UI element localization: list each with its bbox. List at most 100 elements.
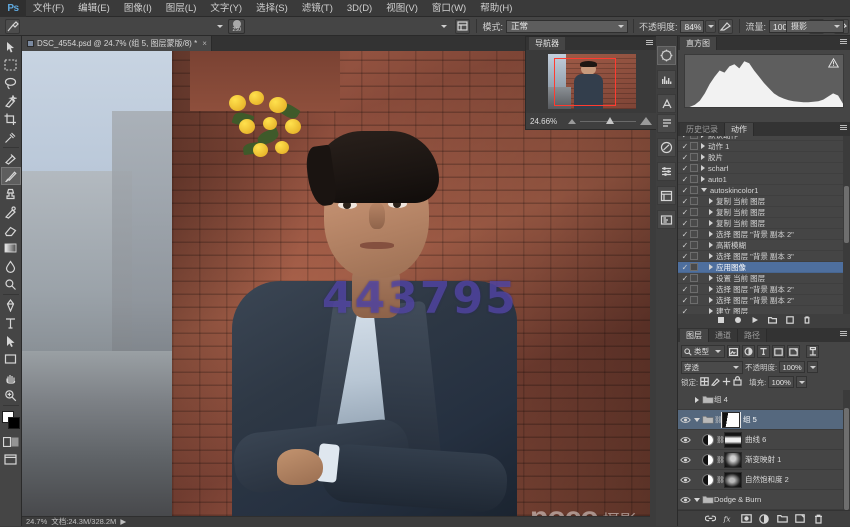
move-tool[interactable] — [1, 38, 21, 56]
layer-visibility-icon[interactable] — [678, 416, 692, 424]
menu-view[interactable]: 视图(V) — [379, 0, 425, 17]
action-dialog-toggle[interactable] — [690, 252, 698, 260]
layers-scroll-thumb[interactable] — [844, 408, 849, 509]
mask-link-icon[interactable]: ⛓ — [716, 476, 724, 484]
stop-playing-icon[interactable] — [717, 316, 725, 326]
navigator-zoom-value[interactable]: 24.66% — [530, 117, 564, 126]
menu-image[interactable]: 图像(I) — [117, 0, 159, 17]
chevron-right-icon[interactable] — [709, 242, 713, 248]
brush-size-preview[interactable]: 250 — [228, 19, 245, 34]
menu-3d[interactable]: 3D(D) — [340, 0, 379, 17]
action-dialog-toggle[interactable] — [690, 219, 698, 227]
status-zoom-value[interactable]: 24.7% — [26, 517, 47, 526]
chevron-right-icon[interactable] — [709, 220, 713, 226]
lasso-tool[interactable] — [1, 74, 21, 92]
chevron-right-icon[interactable] — [692, 397, 701, 403]
action-dialog-toggle[interactable] — [690, 164, 698, 172]
adjustments-dock-icon[interactable] — [657, 162, 676, 181]
brush-preset-chevron-icon[interactable] — [217, 25, 223, 28]
chevron-right-icon[interactable] — [701, 143, 705, 149]
zoom-in-icon[interactable] — [640, 117, 652, 125]
actions-scrollbar[interactable] — [843, 136, 850, 314]
layer-mask-thumbnail[interactable] — [724, 472, 742, 488]
marquee-tool[interactable] — [1, 56, 21, 74]
properties-dock-icon[interactable] — [657, 186, 676, 205]
tab-channels[interactable]: 通道 — [709, 329, 738, 342]
action-toggle-icon[interactable]: ✓ — [680, 307, 690, 315]
action-toggle-icon[interactable]: ✓ — [680, 263, 690, 272]
layer-visibility-icon[interactable] — [678, 496, 692, 504]
gradient-tool[interactable] — [1, 239, 21, 257]
add-style-icon[interactable]: fx — [723, 513, 734, 524]
chevron-down-icon[interactable] — [692, 418, 701, 422]
new-group-icon[interactable] — [777, 513, 788, 524]
action-toggle-icon[interactable]: ✓ — [680, 230, 690, 239]
layer-mask-thumbnail[interactable] — [722, 412, 740, 428]
action-dialog-toggle[interactable] — [690, 136, 698, 139]
action-row[interactable]: ✓scharf — [678, 163, 850, 174]
layers-scrollbar[interactable] — [843, 390, 850, 526]
chevron-right-icon[interactable] — [709, 209, 713, 215]
mask-link-icon[interactable]: ⛓ — [716, 436, 724, 444]
action-toggle-icon[interactable]: ✓ — [680, 296, 690, 305]
histogram-warning-icon[interactable] — [828, 58, 839, 68]
layer-mask-thumbnail[interactable] — [724, 452, 742, 468]
action-toggle-icon[interactable]: ✓ — [680, 208, 690, 217]
action-toggle-icon[interactable]: ✓ — [680, 219, 690, 228]
dodge-tool[interactable] — [1, 275, 21, 293]
navigator-slider-knob[interactable] — [606, 117, 614, 124]
action-toggle-icon[interactable]: ✓ — [680, 164, 690, 173]
layer-visibility-icon[interactable] — [678, 456, 692, 464]
lock-all-icon[interactable] — [733, 376, 742, 388]
blur-tool[interactable] — [1, 257, 21, 275]
action-row[interactable]: ✓选择 图层 "背景 副本 2" — [678, 284, 850, 295]
layer-mask-thumbnail[interactable] — [724, 432, 742, 448]
menu-help[interactable]: 帮助(H) — [473, 0, 519, 17]
eyedropper-tool[interactable] — [1, 128, 21, 146]
action-row[interactable]: ✓选择 图层 "背景 副本 3" — [678, 251, 850, 262]
color-swatches[interactable] — [1, 410, 21, 432]
tab-histogram[interactable]: 直方图 — [680, 37, 717, 50]
layer-blend-mode-select[interactable]: 穿透 — [681, 361, 743, 374]
document-tab[interactable]: DSC_4554.psd @ 24.7% (组 5, 图层蒙版/8) * × — [22, 36, 212, 51]
tab-layers[interactable]: 图层 — [680, 329, 709, 342]
layer-row[interactable]: ⛓自然饱和度 2 — [678, 470, 850, 490]
navigator-panel-menu-icon[interactable] — [646, 40, 653, 45]
action-dialog-toggle[interactable] — [690, 263, 698, 271]
adjustment-layer-icon[interactable] — [702, 474, 714, 486]
mask-link-icon[interactable]: ⛓ — [714, 416, 722, 424]
action-dialog-toggle[interactable] — [690, 208, 698, 216]
tab-history[interactable]: 历史记录 — [680, 123, 725, 136]
action-row[interactable]: ✓动作 1 — [678, 141, 850, 152]
actions-list[interactable]: ✓默认动作✓动作 1✓胶片✓scharf✓auto1✓autoskincolor… — [678, 136, 850, 314]
action-toggle-icon[interactable]: ✓ — [680, 153, 690, 162]
action-toggle-icon[interactable]: ✓ — [680, 197, 690, 206]
opacity-input[interactable]: 84% — [680, 20, 704, 33]
chevron-right-icon[interactable] — [709, 264, 713, 270]
eraser-tool[interactable] — [1, 221, 21, 239]
tab-navigator[interactable]: 导航器 — [529, 37, 565, 50]
chevron-right-icon[interactable] — [701, 165, 705, 171]
action-toggle-icon[interactable]: ✓ — [680, 252, 690, 261]
histogram-dock-icon[interactable] — [657, 70, 676, 89]
paragraph-dock-icon[interactable] — [657, 114, 676, 133]
new-adjustment-icon[interactable] — [759, 513, 770, 524]
chevron-down-icon[interactable] — [692, 498, 701, 502]
action-toggle-icon[interactable]: ✓ — [680, 136, 690, 140]
navigator-dock-icon[interactable] — [657, 46, 676, 65]
new-layer-icon[interactable] — [795, 513, 806, 524]
action-dialog-toggle[interactable] — [690, 186, 698, 194]
action-dialog-toggle[interactable] — [690, 153, 698, 161]
actions-panel-menu-icon[interactable] — [840, 125, 847, 130]
action-row[interactable]: ✓选择 图层 "背景 副本 2" — [678, 295, 850, 306]
menu-filter[interactable]: 滤镜(T) — [295, 0, 340, 17]
color-dock-icon[interactable] — [657, 138, 676, 157]
layer-row[interactable]: ⛓渐变映射 1 — [678, 450, 850, 470]
chevron-down-icon[interactable] — [701, 188, 707, 192]
zoom-tool[interactable] — [1, 386, 21, 404]
filter-pixel-icon[interactable] — [727, 345, 740, 358]
play-icon[interactable] — [751, 316, 759, 326]
background-color-swatch[interactable] — [8, 417, 20, 429]
new-set-icon[interactable] — [768, 316, 777, 326]
action-toggle-icon[interactable]: ✓ — [680, 241, 690, 250]
